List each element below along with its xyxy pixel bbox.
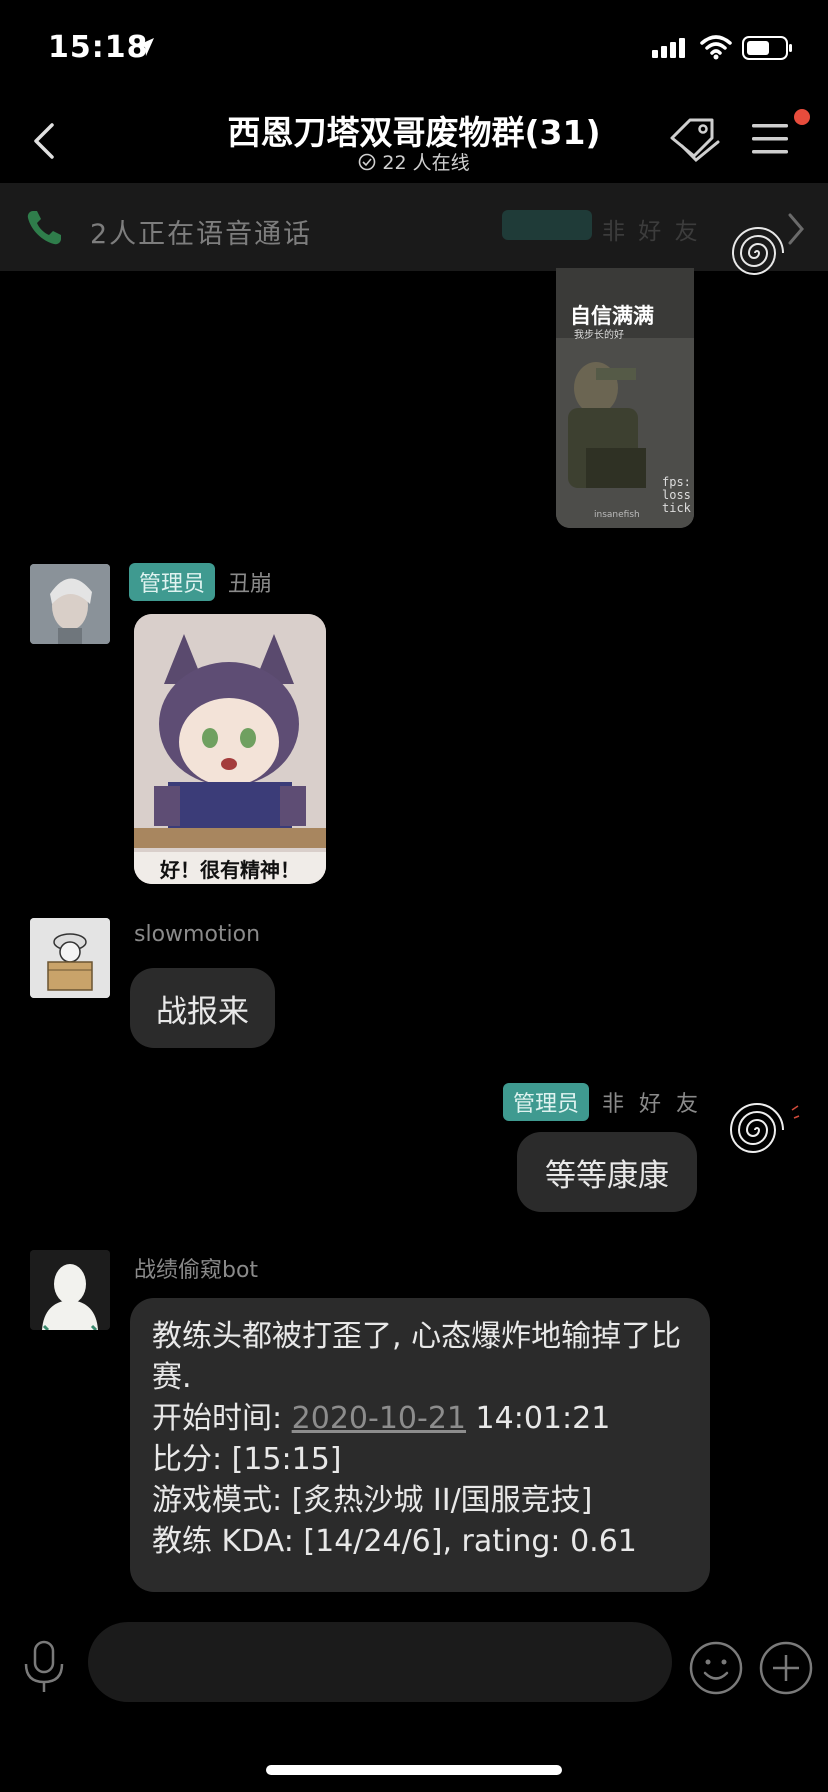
catgirl-sticker-image [134, 614, 326, 884]
soldier-subcaption: 我步长的好 [574, 330, 624, 341]
location-arrow-icon [136, 38, 154, 56]
bot-report-bubble[interactable]: 教练头都被打歪了, 心态爆炸地输掉了比赛. 开始时间: 2020-10-21 1… [130, 1298, 710, 1592]
start-date-link[interactable]: 2020-10-21 [292, 1401, 466, 1436]
pale-figure-avatar [30, 1250, 110, 1330]
message-bubble[interactable]: 等等康康 [517, 1132, 697, 1212]
sender-name[interactable]: 丑崩 [228, 566, 272, 598]
avatar-spiral-icon[interactable] [716, 218, 798, 288]
battery-icon [742, 36, 792, 60]
menu-icon[interactable] [750, 122, 790, 156]
avatar-spiral-icon[interactable] [714, 1092, 800, 1168]
report-summary: 教练头都被打歪了, 心态爆炸地输掉了比赛. [152, 1319, 682, 1395]
avatar-slowmotion[interactable] [30, 918, 110, 998]
chat-title[interactable]: 西恩刀塔双哥废物群(31) [180, 106, 648, 154]
sender-name[interactable]: 非 好 友 [602, 1086, 702, 1118]
sticker-caption: 好！很有精神！ [160, 858, 300, 882]
wifi-icon [700, 35, 732, 60]
avatar-bot[interactable] [30, 1250, 110, 1330]
chevron-left-icon [34, 123, 54, 159]
soldier-side-text: fps: loss tick [662, 475, 691, 515]
report-score: 比分: [15:15] [152, 1442, 342, 1477]
check-circle-icon [359, 153, 376, 170]
start-time-label: 开始时间: [152, 1401, 292, 1436]
woman-portrait-avatar [30, 564, 110, 644]
cell-signal-icon [652, 38, 685, 58]
report-kda: 教练 KDA: [14/24/6], rating: 0.61 [152, 1524, 637, 1559]
soldier-watermark: insanefish [594, 510, 640, 520]
image-message-sticker[interactable]: 好！很有精神！ [134, 614, 326, 884]
sender-name[interactable]: 战绩偷窥bot [134, 1252, 258, 1284]
sender-name[interactable]: slowmotion [134, 922, 260, 947]
ghost-name: 非 好 友 [602, 219, 701, 245]
message-input[interactable] [88, 1622, 672, 1702]
plus-icon[interactable] [758, 1640, 814, 1696]
back-button[interactable] [24, 118, 64, 164]
home-indicator[interactable] [266, 1765, 562, 1775]
admin-badge: 管理员 [129, 563, 216, 601]
ghost-admin-badge [502, 210, 592, 240]
avatar-chou[interactable] [30, 564, 110, 644]
start-time-value: 14:01:21 [466, 1401, 611, 1436]
report-mode: 游戏模式: [炙热沙城 II/国服竞技] [152, 1483, 593, 1518]
phone-icon [27, 211, 61, 245]
voice-call-text: 2人正在语音通话 [90, 219, 313, 250]
box-character-avatar [30, 918, 110, 998]
online-count: 22 人在线 [300, 148, 528, 175]
microphone-icon[interactable] [22, 1640, 66, 1694]
report-start-time: 开始时间: 2020-10-21 14:01:21 [152, 1398, 688, 1439]
admin-badge: 管理员 [503, 1083, 590, 1121]
emoji-icon[interactable] [688, 1640, 744, 1696]
image-message-soldier[interactable]: 自信满满 我步长的好 fps: loss tick insanefish [556, 268, 694, 528]
online-count-text: 22 人在线 [382, 152, 470, 174]
message-bubble[interactable]: 战报来 [130, 968, 275, 1048]
group-tag-icon[interactable] [668, 116, 724, 166]
notification-dot [794, 109, 810, 125]
